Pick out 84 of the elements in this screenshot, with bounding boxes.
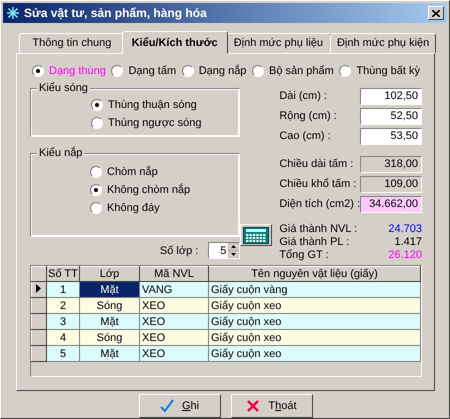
row-selector[interactable]	[32, 282, 46, 298]
radio-button[interactable]	[111, 65, 124, 77]
group-title: Kiểu nắp	[37, 147, 84, 159]
cost-label: Giá thành PL :	[279, 236, 350, 248]
table-cell: Sóng	[80, 330, 140, 346]
radio-option[interactable]: Không chòm nắp	[90, 184, 240, 196]
radio-button[interactable]	[32, 65, 44, 77]
radio-option[interactable]: Thùng thuận sóng	[91, 99, 240, 111]
calculator-button[interactable]	[240, 224, 272, 246]
spin-arrows-icon	[228, 243, 240, 258]
tab[interactable]: Kiểu/Kích thước	[122, 31, 228, 54]
table-cell: Giấy cuộn xeo	[208, 298, 420, 314]
cost-value: 1.417	[394, 236, 422, 248]
radio-option[interactable]: Bộ sản phẩm	[252, 65, 334, 77]
check-icon	[160, 399, 174, 413]
table-cell: Giấy cuộn vàng	[208, 282, 420, 298]
radio-option[interactable]: Dạng nắp	[182, 65, 246, 77]
close-button[interactable]	[428, 6, 444, 20]
field-label: Dài (cm) :	[279, 90, 327, 102]
snowflake-icon	[6, 6, 20, 20]
table-cell: VANG	[140, 282, 208, 298]
radio-button[interactable]	[91, 99, 103, 111]
row-selector[interactable]	[32, 346, 46, 362]
input-field[interactable]: 52,50	[360, 108, 422, 124]
table-cell: 5	[46, 346, 80, 362]
table-cell: Giấy cuộn xeo	[208, 314, 420, 330]
row-selector[interactable]	[32, 298, 46, 314]
row-selector[interactable]	[32, 314, 46, 330]
radio-button[interactable]	[182, 65, 194, 77]
row-selector[interactable]	[32, 330, 46, 346]
input-field[interactable]: 53,50	[360, 128, 422, 144]
table-cell: 1	[46, 282, 80, 298]
radio-button[interactable]	[252, 65, 264, 77]
readonly-field: 34.662,00	[360, 196, 422, 212]
table-cell: XEO	[140, 298, 208, 314]
column-header[interactable]: Lớp	[80, 266, 140, 282]
cost-label: Tổng GT :	[279, 248, 329, 260]
exit-button[interactable]: Thoát	[230, 394, 312, 418]
radio-button[interactable]	[90, 202, 102, 214]
radio-option[interactable]: Dạng tấm	[111, 65, 176, 77]
column-header[interactable]: Số TT	[46, 266, 80, 282]
table-cell: Giấy cuộn xeo	[208, 346, 420, 362]
tab[interactable]: Thông tin chung	[19, 33, 125, 53]
radio-button[interactable]	[90, 184, 102, 196]
table-cell: 4	[46, 330, 80, 346]
cost-label: Giá thành NVL :	[279, 222, 358, 234]
table-cell: XEO	[140, 314, 208, 330]
field-label: Rộng (cm) :	[279, 110, 337, 122]
field-label: Cao (cm) :	[279, 130, 331, 142]
window-title: Sửa vật tư, sản phẩm, hàng hóa	[24, 6, 208, 20]
table-cell: XEO	[140, 330, 208, 346]
group-title: Kiểu sóng	[37, 82, 90, 94]
table-cell: 2	[46, 298, 80, 314]
radio-button[interactable]	[91, 117, 103, 129]
radio-button[interactable]	[90, 166, 102, 178]
tab[interactable]: Định mức phụ kiện	[330, 33, 436, 53]
layers-label: Số lớp :	[160, 244, 198, 256]
readonly-field: 109,00	[360, 176, 422, 192]
radio-option[interactable]: Thùng ngược sóng	[91, 117, 240, 129]
table-cell: XEO	[140, 346, 208, 362]
radio-option[interactable]: Thùng bất kỳ	[339, 65, 420, 77]
table-cell: Sóng	[80, 298, 140, 314]
field-label: Chiều dài tấm :	[279, 158, 354, 170]
input-field[interactable]: 102,50	[360, 88, 422, 104]
readonly-field: 318,00	[360, 156, 422, 172]
column-header[interactable]: Mã NVL	[140, 266, 208, 282]
calculator-icon	[243, 226, 270, 244]
save-button[interactable]: Ghi	[138, 394, 220, 418]
cross-icon	[246, 399, 260, 413]
column-header[interactable]: Tên nguyên vật liệu (giấy)	[208, 266, 420, 282]
close-icon	[432, 10, 440, 16]
field-label: Diện tích (cm2) :	[279, 198, 360, 210]
cost-value: 26.120	[388, 248, 422, 260]
cost-value: 24.703	[388, 222, 422, 234]
table-cell: Mặt	[80, 346, 140, 362]
table-cell: Giấy cuộn xeo	[208, 330, 420, 346]
layers-spinner[interactable]: 5	[208, 242, 240, 259]
table-cell: 3	[46, 314, 80, 330]
radio-button[interactable]	[339, 65, 352, 77]
radio-option[interactable]: Không đáy	[90, 202, 240, 214]
table-cell: Mặt	[80, 282, 140, 298]
radio-option[interactable]: Chòm nắp	[90, 166, 240, 178]
table-cell: Mặt	[80, 314, 140, 330]
field-label: Chiều khổ tấm :	[279, 178, 356, 190]
